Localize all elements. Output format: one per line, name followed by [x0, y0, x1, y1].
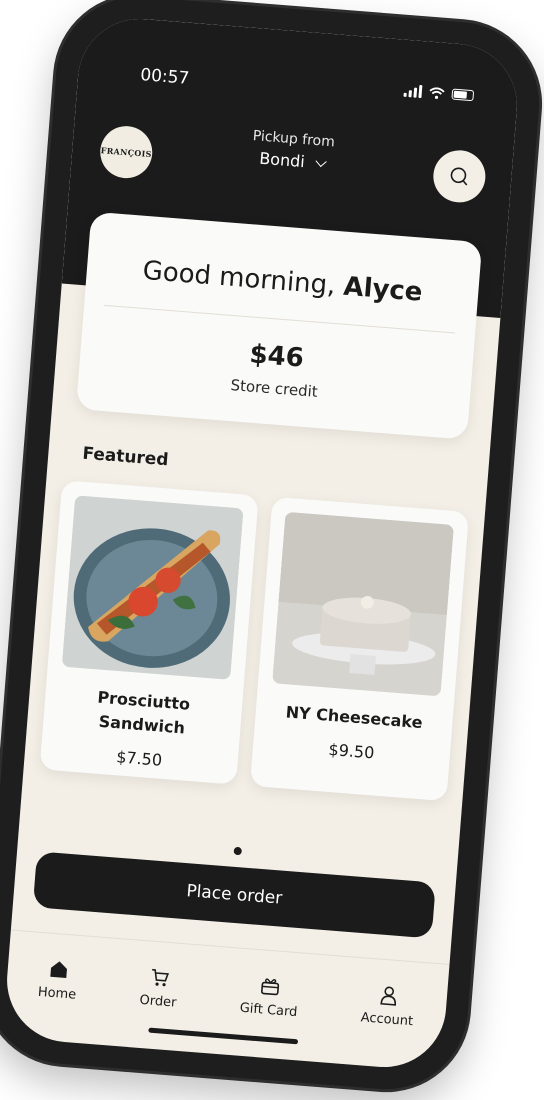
product-name: Prosciutto Sandwich: [96, 687, 191, 738]
tab-home[interactable]: Home: [37, 957, 79, 1003]
tab-label: Gift Card: [239, 1000, 298, 1021]
product-card-ny-cheesecake[interactable]: NY Cheesecake $9.50: [249, 496, 470, 802]
user-name: Alyce: [342, 271, 424, 308]
product-price: $9.50: [327, 739, 376, 763]
gift-icon: [261, 978, 280, 996]
status-time: 00:57: [139, 65, 190, 89]
sandwich-photo: [61, 495, 244, 680]
chevron-down-icon: [315, 155, 327, 167]
tab-account[interactable]: Account: [360, 982, 416, 1029]
product-card-prosciutto-sandwich[interactable]: Prosciutto Sandwich $7.50: [39, 480, 259, 785]
cheesecake-photo: [272, 511, 455, 697]
cart-icon: [152, 968, 170, 987]
tab-gift-card[interactable]: Gift Card: [239, 973, 300, 1020]
carousel-page-indicator: [233, 846, 243, 856]
product-name: NY Cheesecake: [285, 702, 424, 733]
wifi-icon: [429, 86, 445, 99]
search-icon: [450, 167, 468, 186]
greeting-card: Good morning, Alyce $46 Store credit: [75, 211, 483, 440]
tab-order[interactable]: Order: [139, 965, 179, 1011]
home-icon: [50, 961, 67, 978]
tab-label: Order: [138, 992, 177, 1011]
featured-carousel[interactable]: Prosciutto Sandwich $7.50 NY Cheesecake …: [39, 480, 470, 802]
tab-label: Account: [360, 1010, 414, 1030]
pickup-location: Bondi: [258, 148, 306, 172]
phone-frame: 00:57 FRANÇOIS Pickup from Bondi Good mo…: [0, 0, 544, 1096]
account-icon: [380, 986, 396, 1006]
tab-label: Home: [37, 984, 77, 1003]
app-screen: 00:57 FRANÇOIS Pickup from Bondi Good mo…: [2, 14, 522, 1072]
battery-icon: [451, 88, 475, 102]
featured-heading: Featured: [81, 443, 170, 471]
divider: [104, 304, 456, 334]
bottom-tab-bar: Home Order Gift Card Account: [3, 929, 450, 1064]
greeting-text: Good morning, Alyce: [141, 255, 424, 308]
product-price: $7.50: [115, 747, 163, 770]
place-order-button[interactable]: Place order: [32, 851, 436, 939]
signal-icon: [403, 84, 423, 99]
